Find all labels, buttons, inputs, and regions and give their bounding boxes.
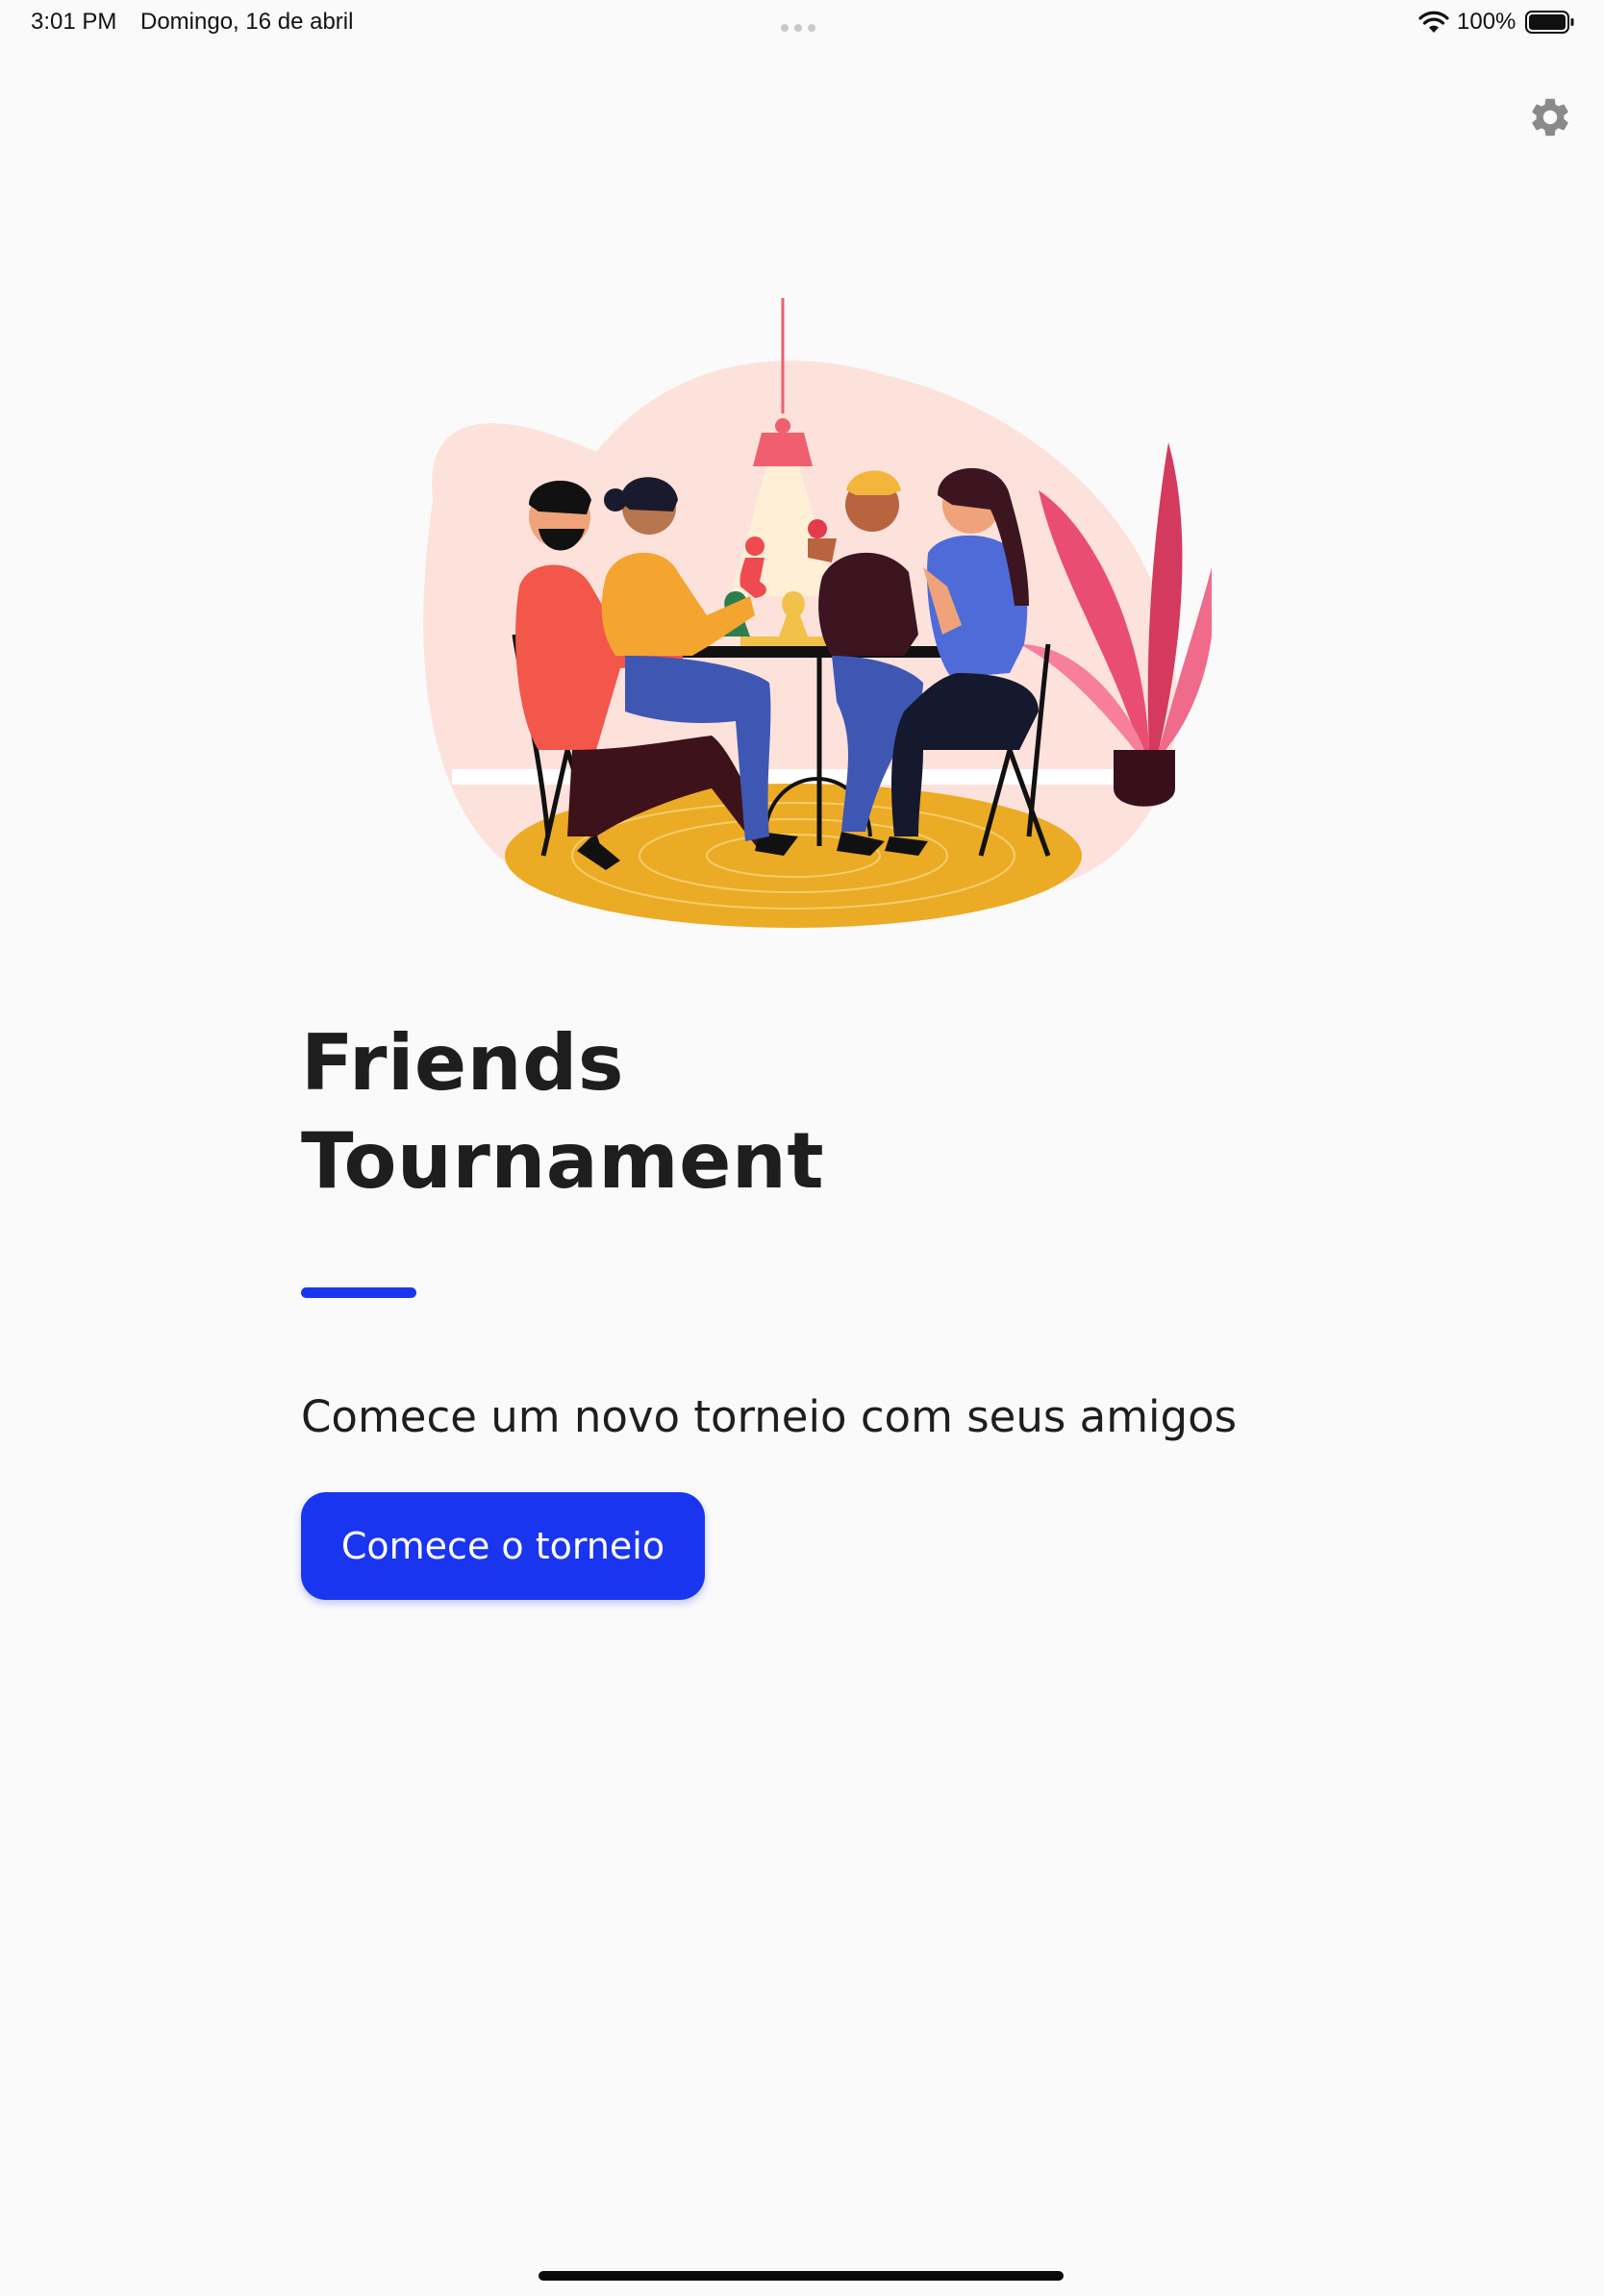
status-bar: 3:01 PM Domingo, 16 de abril 100%	[0, 0, 1604, 46]
status-time: 3:01 PM	[31, 9, 117, 35]
wifi-icon	[1418, 11, 1449, 33]
battery-percentage: 100%	[1457, 9, 1516, 35]
title-accent-divider	[301, 1287, 416, 1298]
start-tournament-button[interactable]: Comece o torneio	[301, 1492, 705, 1600]
settings-button[interactable]	[1527, 94, 1573, 140]
status-date: Domingo, 16 de abril	[140, 9, 354, 35]
app-title: Friends Tournament	[301, 1014, 824, 1210]
lamp-shade	[753, 433, 813, 466]
lamp-top	[775, 418, 790, 434]
multitask-dots-icon[interactable]	[781, 19, 823, 32]
home-indicator[interactable]	[539, 2271, 1064, 2281]
table-top	[678, 646, 962, 658]
title-line-1: Friends	[301, 1018, 624, 1108]
subtitle: Comece um novo torneio com seus amigos	[301, 1391, 1238, 1442]
gear-icon	[1532, 98, 1568, 137]
title-line-2: Tournament	[301, 1116, 825, 1206]
friends-playing-board-game-illustration	[423, 298, 1212, 928]
battery-icon	[1525, 11, 1574, 34]
plant-pot	[1114, 750, 1175, 807]
